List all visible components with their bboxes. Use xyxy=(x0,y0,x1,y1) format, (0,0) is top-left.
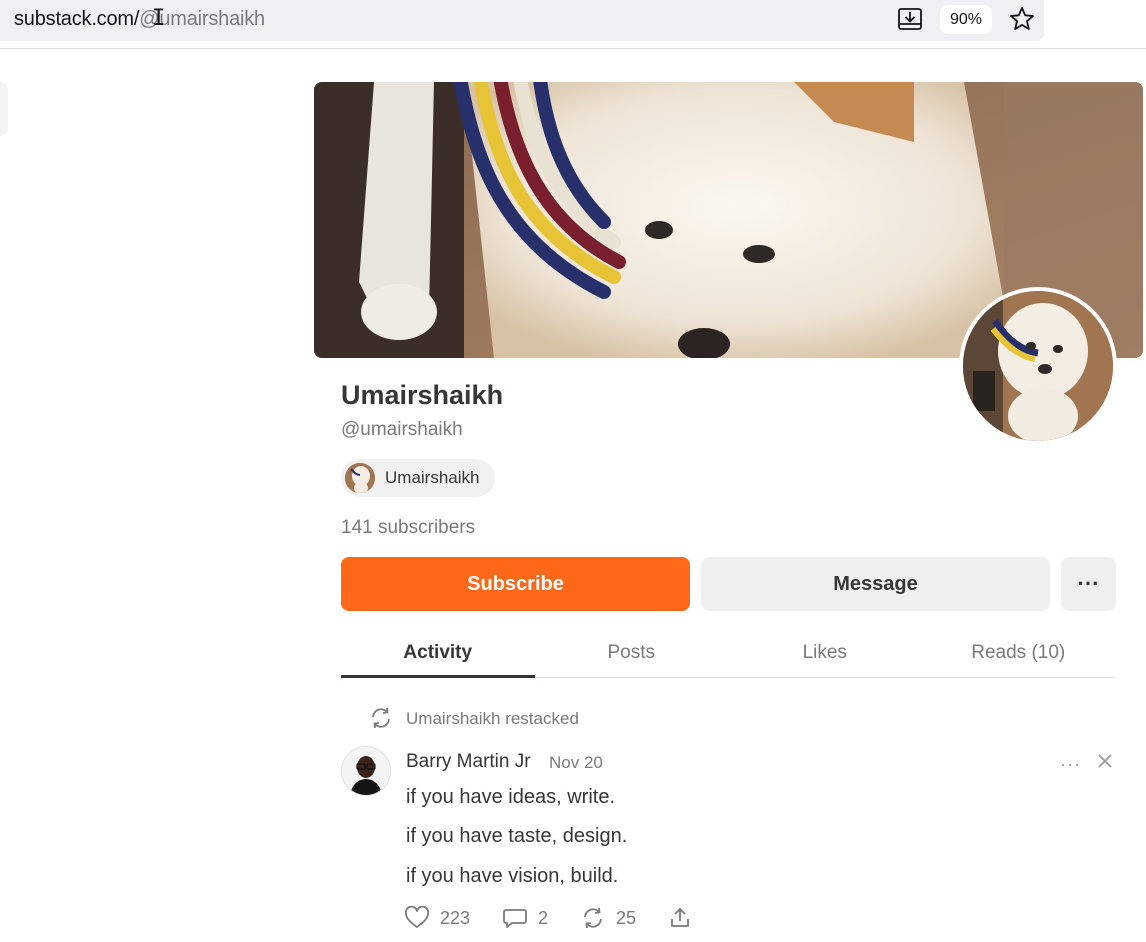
bookmark-star-icon[interactable] xyxy=(1008,5,1036,33)
profile-name: Umairshaikh xyxy=(341,380,504,410)
publication-avatar-illustration xyxy=(345,463,375,493)
tab-posts[interactable]: Posts xyxy=(535,633,729,677)
subscribe-button[interactable]: Subscribe xyxy=(341,557,690,611)
publication-avatar xyxy=(345,463,375,493)
post-text-line: if you have vision, build. xyxy=(406,865,619,887)
share-icon xyxy=(671,907,689,927)
url-text[interactable]: substack.com/@umairshaikh xyxy=(14,8,265,31)
publication-name: Umairshaikh xyxy=(385,468,480,487)
url-host: substack.com/ xyxy=(14,8,140,30)
side-panel-edge[interactable] xyxy=(0,82,8,136)
restack-button[interactable]: 25 xyxy=(580,906,636,930)
like-count: 223 xyxy=(440,907,471,928)
download-icon[interactable] xyxy=(896,5,924,33)
profile-avatar[interactable] xyxy=(959,287,1117,445)
zoom-level-badge[interactable]: 90% xyxy=(940,5,992,34)
restack-icon xyxy=(584,907,602,929)
message-button[interactable]: Message xyxy=(701,557,1050,611)
restack-icon xyxy=(372,707,390,729)
restack-label: Umairshaikh restacked xyxy=(406,709,579,728)
subscriber-count: 141 subscribers xyxy=(341,517,476,538)
profile-tabs: Activity Posts Likes Reads (10) xyxy=(341,633,1115,678)
like-button[interactable]: 223 xyxy=(404,906,470,930)
more-options-button[interactable]: ··· xyxy=(1061,557,1116,611)
author-photo-illustration xyxy=(342,747,390,795)
text-cursor-icon: I xyxy=(152,6,166,31)
comment-button[interactable]: 2 xyxy=(502,906,548,930)
author-avatar[interactable] xyxy=(341,746,391,796)
restack-count: 25 xyxy=(616,907,637,928)
close-icon[interactable] xyxy=(1096,752,1114,770)
share-button[interactable] xyxy=(668,906,702,930)
post-text-line: if you have taste, design. xyxy=(406,825,628,847)
post-date[interactable]: Nov 20 xyxy=(549,753,603,773)
comment-icon xyxy=(503,909,527,928)
tab-likes[interactable]: Likes xyxy=(728,633,922,677)
avatar-photo-illustration xyxy=(963,291,1113,441)
heart-icon xyxy=(405,906,429,928)
profile-handle: @umairshaikh xyxy=(341,419,463,440)
publication-chip[interactable]: Umairshaikh xyxy=(341,459,496,497)
tab-activity[interactable]: Activity xyxy=(341,633,535,678)
author-name[interactable]: Barry Martin Jr xyxy=(406,751,531,773)
toolbar-divider xyxy=(0,48,1146,49)
post-text-line: if you have ideas, write. xyxy=(406,786,615,808)
address-bar[interactable]: substack.com/@umairshaikh I 90% xyxy=(0,0,1044,41)
comment-count: 2 xyxy=(538,907,549,928)
tab-reads[interactable]: Reads (10) xyxy=(922,633,1116,677)
feed-more-icon[interactable]: ··· xyxy=(1060,754,1081,775)
